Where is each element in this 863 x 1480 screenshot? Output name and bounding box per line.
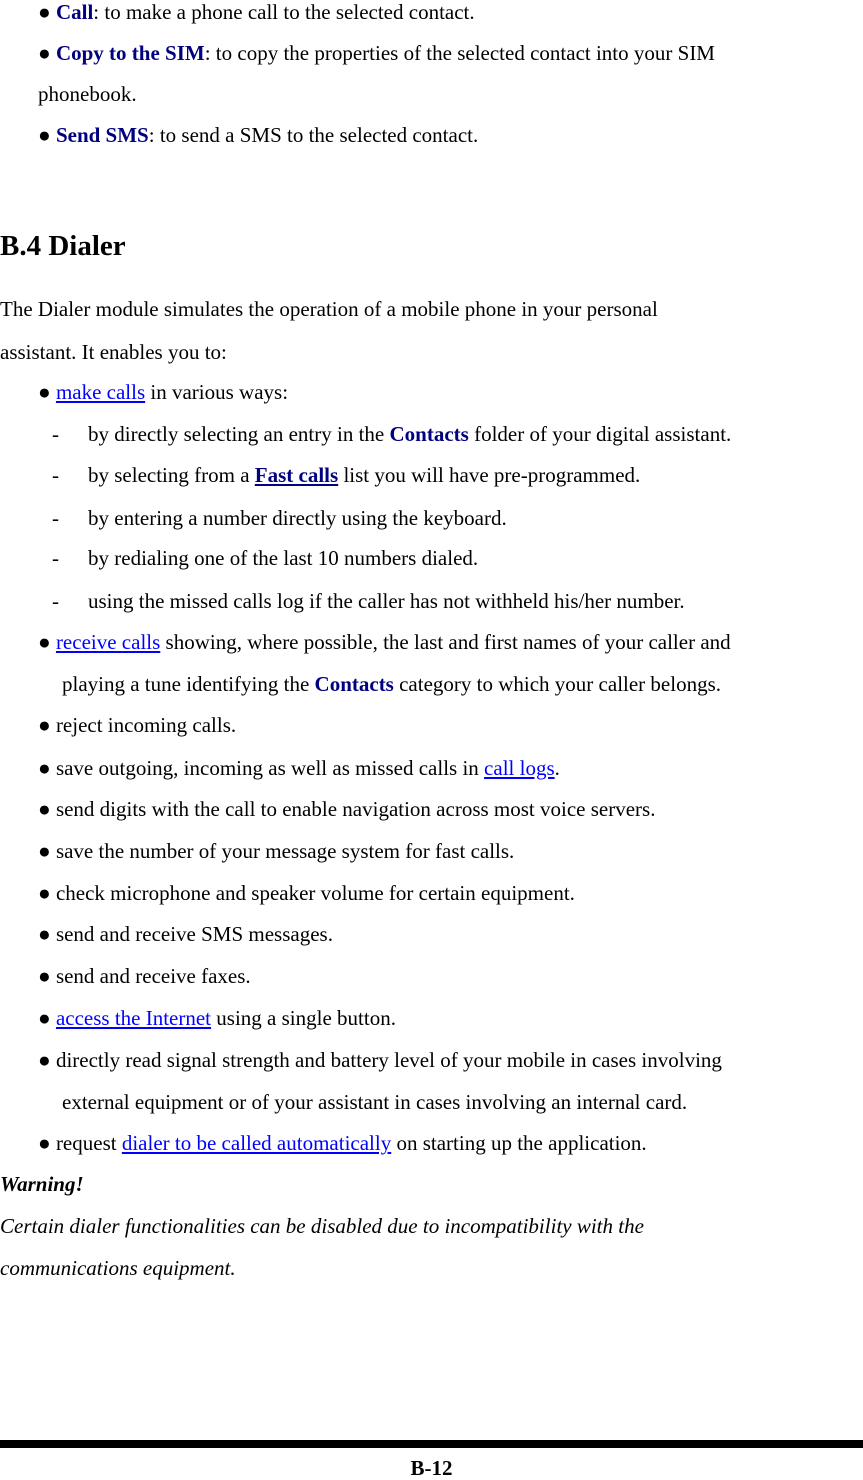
bullet-glyph: ● [38, 756, 51, 780]
bullet-item-text: send digits with the call to enable navi… [55, 797, 656, 821]
sub-item-text: list you will have pre-programmed. [338, 463, 641, 487]
bullet-call: ● Call: to make a phone call to the sele… [38, 0, 475, 24]
bullet-copy-sim: ● Copy to the SIM: to copy the propertie… [38, 41, 715, 65]
reject-text: reject incoming calls. [55, 713, 237, 737]
access-internet-link[interactable]: access the Internet [56, 1006, 211, 1030]
bullet-reject: ● reject incoming calls. [38, 713, 236, 737]
bullet-item-text: check microphone and speaker volume for … [55, 881, 575, 905]
contacts-term: Contacts [314, 672, 394, 696]
bullet-save-logs: ● save outgoing, incoming as well as mis… [38, 756, 560, 780]
bullet-glyph: ● [38, 881, 51, 905]
term-send-sms-desc: : to send a SMS to the selected contact. [148, 123, 479, 147]
bullet-glyph: ● [38, 1048, 51, 1072]
bullet-request: ● request dialer to be called automatica… [38, 1131, 647, 1155]
term-copy-sim: Copy to the SIM [55, 41, 205, 65]
sub-item-text: using the missed calls log if the caller… [88, 589, 685, 613]
intro-line-1: The Dialer module simulates the operatio… [0, 297, 658, 321]
save-logs-text: save outgoing, incoming as well as misse… [55, 756, 485, 780]
bullet-glyph: ● [38, 713, 51, 737]
receive-calls-cont: playing a tune identifying the Contacts … [62, 672, 721, 696]
bullet-make-calls: ● make calls in various ways: [38, 380, 288, 404]
bullet-receive-calls: ● receive calls showing, where possible,… [38, 630, 731, 654]
bullet-glyph: ● [38, 630, 51, 654]
sub-item-text: by redialing one of the last 10 numbers … [88, 546, 479, 570]
call-logs-link[interactable]: call logs [484, 756, 555, 780]
bullet-glyph: ● [38, 964, 51, 988]
footer-rule [0, 1440, 863, 1448]
term-call: Call [55, 0, 94, 24]
make-calls-link[interactable]: make calls [56, 380, 145, 404]
bullet-glyph: ● [38, 41, 51, 65]
sub-item-text: by selecting from a [88, 463, 255, 487]
bullet-glyph: ● [38, 797, 51, 821]
internet-rest: using a single button. [211, 1006, 396, 1030]
intro-line-2: assistant. It enables you to: [0, 340, 227, 364]
fast-calls-link[interactable]: Fast calls [255, 463, 338, 487]
bullet-glyph: ● [38, 922, 51, 946]
bullet-item: ● send and receive SMS messages. [38, 922, 333, 946]
bullet-item-text: send and receive faxes. [55, 964, 251, 988]
make-calls-rest: in various ways: [145, 380, 289, 404]
dash-glyph: - [52, 506, 59, 530]
request-text: on starting up the application. [391, 1131, 647, 1155]
receive-cont-text: playing a tune identifying the [62, 672, 315, 696]
bullet-item: ● save the number of your message system… [38, 839, 514, 863]
bullet-glyph: ● [38, 123, 51, 147]
page-number: B-12 [410, 1456, 453, 1480]
dash-glyph: - [52, 422, 59, 446]
warning-title: Warning! [0, 1172, 84, 1196]
term-call-desc: : to make a phone call to the selected c… [93, 0, 475, 24]
section-title: B.4 Dialer [0, 230, 126, 262]
receive-cont-text: category to which your caller belongs. [393, 672, 721, 696]
bullet-item: ● send and receive faxes. [38, 964, 251, 988]
signal-cont: external equipment or of your assistant … [62, 1090, 688, 1114]
term-send-sms: Send SMS [55, 123, 149, 147]
sub-item-text: by directly selecting an entry in the [88, 422, 390, 446]
bullet-item: ● check microphone and speaker volume fo… [38, 881, 575, 905]
dialer-auto-link[interactable]: dialer to be called automatically [122, 1131, 391, 1155]
bullet-glyph: ● [38, 1006, 51, 1030]
dash-glyph: - [52, 589, 59, 613]
dash-glyph: - [52, 463, 59, 487]
request-text: request [55, 1131, 122, 1155]
sub-item-text: folder of your digital assistant. [468, 422, 732, 446]
dash-glyph: - [52, 546, 59, 570]
save-logs-text: . [554, 756, 560, 780]
warning-line-1: Certain dialer functionalities can be di… [0, 1214, 644, 1238]
bullet-copy-sim-cont: phonebook. [38, 82, 137, 106]
receive-calls-link[interactable]: receive calls [56, 630, 160, 654]
contacts-term: Contacts [389, 422, 469, 446]
signal-text: directly read signal strength and batter… [55, 1048, 722, 1072]
warning-line-2: communications equipment. [0, 1256, 236, 1280]
term-copy-sim-desc: : to copy the properties of the selected… [204, 41, 715, 65]
bullet-item-text: send and receive SMS messages. [55, 922, 333, 946]
bullet-glyph: ● [38, 839, 51, 863]
bullet-internet: ● access the Internet using a single but… [38, 1006, 396, 1030]
bullet-item: ● send digits with the call to enable na… [38, 797, 655, 821]
sub-item-text: by entering a number directly using the … [88, 506, 507, 530]
bullet-glyph: ● [38, 380, 51, 404]
bullet-item-text: save the number of your message system f… [55, 839, 515, 863]
bullet-send-sms: ● Send SMS: to send a SMS to the selecte… [38, 123, 478, 147]
bullet-glyph: ● [38, 0, 51, 24]
bullet-signal: ● directly read signal strength and batt… [38, 1048, 722, 1072]
bullet-glyph: ● [38, 1131, 51, 1155]
receive-calls-rest: showing, where possible, the last and fi… [160, 630, 731, 654]
